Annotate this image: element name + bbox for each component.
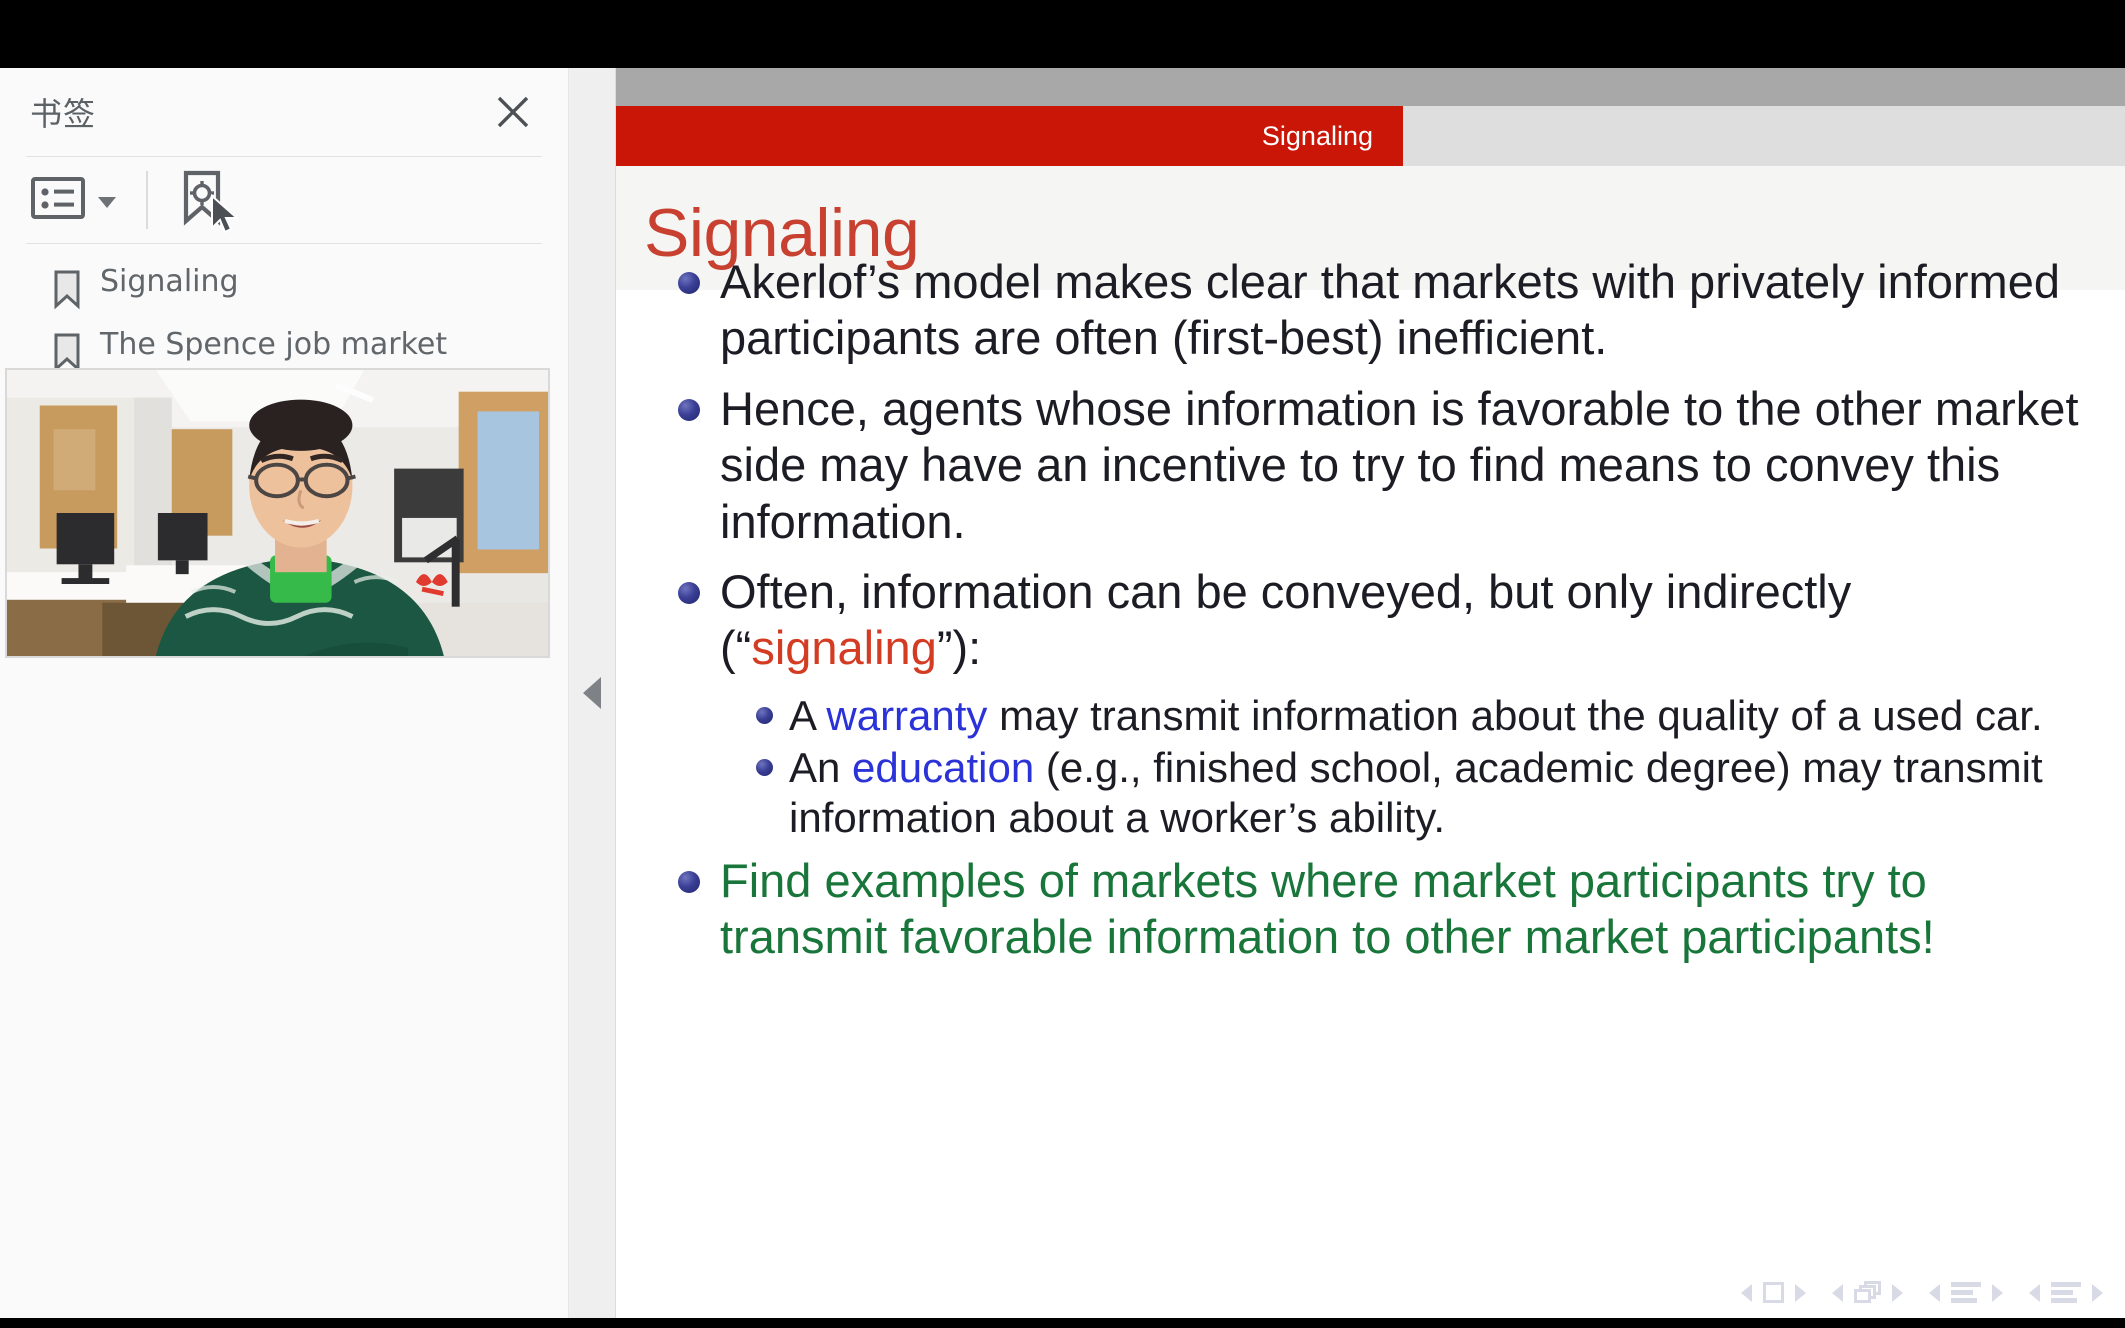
bookmark-item-label: Signaling (100, 264, 239, 299)
nav-slide-group[interactable] (1741, 1282, 1806, 1303)
bullet-line: Hence, agents whose information is favor… (720, 381, 2079, 435)
sub-bullet-group: A warranty may transmit information abou… (756, 691, 2125, 843)
bullet-line-suffix: ”): (936, 621, 982, 675)
webcam-frame (7, 370, 548, 656)
chevron-down-icon (98, 196, 116, 208)
nav-frame-group[interactable] (1832, 1281, 1903, 1304)
bullet-ball-icon (678, 398, 700, 421)
bullet-line: A warranty may transmit information abou… (789, 691, 2043, 741)
sub-bullet-prefix: An (789, 743, 853, 791)
sub-bullet-text: A warranty may transmit information abou… (789, 691, 2043, 741)
next-section-triangle-icon[interactable] (2092, 1283, 2103, 1302)
lines-icon[interactable] (1951, 1282, 1981, 1303)
toolbar-separator (146, 171, 148, 229)
sub-bullet-prefix: A (789, 691, 827, 739)
bullet-ball-icon (678, 581, 700, 604)
letterbox-top-bar (0, 0, 2125, 68)
sub-bullet-suffix: may transmit information about the quali… (987, 691, 2043, 739)
slide-body: Signaling Akerlof’s model makes clear th… (616, 166, 2125, 1318)
sidebar-header: 书签 (0, 68, 568, 156)
next-slide-triangle-icon[interactable] (1795, 1283, 1806, 1302)
bullet-line: Often, information can be conveyed, but … (720, 564, 1852, 618)
square-icon[interactable] (1763, 1282, 1784, 1303)
prev-subsection-triangle-icon[interactable] (1929, 1283, 1940, 1302)
beamer-navigation-symbols (1741, 1281, 2103, 1304)
sub-bullet-warranty: A warranty may transmit information abou… (756, 691, 2125, 741)
next-subsection-triangle-icon[interactable] (1992, 1283, 2003, 1302)
bullet-line: information. (720, 494, 966, 548)
bullet-line: Akerlof’s model makes clear that markets… (720, 255, 2060, 308)
list-options-icon (30, 175, 86, 226)
bookmark-icon (52, 270, 82, 315)
slide-header-gray-bar (616, 68, 2125, 106)
slide-header-red-bar: Signaling (616, 106, 1403, 166)
add-bookmark-button[interactable] (176, 169, 240, 234)
presenter-webcam-video[interactable] (5, 368, 550, 658)
slide-page: Signaling Signaling Akerlof’s model make… (616, 68, 2125, 1318)
list-options-button[interactable] (30, 170, 116, 230)
collapse-sidebar-triangle-icon[interactable] (583, 677, 601, 709)
bullet-line: Find examples of markets where market pa… (720, 853, 1927, 907)
bullet-line: transmit favorable information to other … (720, 910, 1935, 964)
bullet-line: (“signaling”): (720, 620, 1851, 676)
bullet-ball-icon (756, 758, 773, 776)
slide-viewport: Signaling Signaling Akerlof’s model make… (616, 68, 2125, 1318)
prev-slide-triangle-icon[interactable] (1741, 1283, 1752, 1302)
bullet-text: Find examples of markets where market pa… (720, 853, 1935, 966)
bullet-text: Akerlof’s model makes clear that markets… (720, 254, 2060, 367)
nav-subsection-group[interactable] (1929, 1282, 2003, 1303)
sidebar-title: 书签 (30, 95, 97, 133)
sub-bullet-education: An education (e.g., finished school, aca… (756, 743, 2125, 843)
bullet-line: information about a worker’s ability. (789, 793, 1445, 841)
nav-section-group[interactable] (2029, 1282, 2103, 1303)
slide-bullet-content: Akerlof’s model makes clear that markets… (678, 254, 2125, 979)
bullet-ball-icon (678, 272, 700, 294)
add-bookmark-icon (176, 169, 228, 232)
close-sidebar-button[interactable] (486, 85, 540, 139)
stacked-frames-icon[interactable] (1854, 1281, 1881, 1304)
bullet-find-examples: Find examples of markets where market pa… (678, 853, 2125, 966)
bullet-line: side may have an incentive to try to fin… (720, 438, 2001, 492)
next-frame-triangle-icon[interactable] (1892, 1283, 1903, 1302)
sub-bullet-text: An education (e.g., finished school, aca… (789, 743, 2043, 843)
viewer-body: 书签 Signaling The Spence job market Signa… (0, 68, 2125, 1318)
prev-frame-triangle-icon[interactable] (1832, 1283, 1843, 1302)
bookmarks-sidebar: 书签 Signaling The Spence job market (0, 68, 568, 1318)
bullet-line: An education (e.g., finished school, aca… (789, 743, 2043, 793)
close-icon (491, 90, 535, 134)
sidebar-toolbar (0, 157, 568, 243)
bullet-often: Often, information can be conveyed, but … (678, 564, 2125, 677)
bookmark-item-signaling[interactable]: Signaling (0, 258, 548, 321)
sidebar-splitter[interactable] (568, 68, 616, 1318)
signaling-highlight: signaling (751, 621, 937, 675)
sub-bullet-suffix: (e.g., finished school, academic degree)… (1034, 743, 2043, 791)
slide-header-section-label: Signaling (1261, 120, 1373, 151)
bullet-text: Hence, agents whose information is favor… (720, 381, 2079, 550)
bullet-line-prefix: (“ (720, 621, 752, 675)
prev-section-triangle-icon[interactable] (2029, 1283, 2040, 1302)
bullet-text: Often, information can be conveyed, but … (720, 564, 1851, 677)
bullet-hence: Hence, agents whose information is favor… (678, 381, 2125, 550)
lines-icon[interactable] (2051, 1282, 2081, 1303)
letterbox-bottom-bar (0, 1318, 2125, 1328)
bullet-ball-icon (756, 706, 773, 724)
warranty-highlight: warranty (826, 691, 988, 739)
bullet-line: participants are often (first-best) inef… (720, 311, 1608, 365)
bullet-ball-icon (678, 870, 700, 893)
pdf-presentation-viewer: 书签 Signaling The Spence job market Signa… (0, 0, 2125, 1328)
education-highlight: education (852, 743, 1035, 791)
bullet-akerlof: Akerlof’s model makes clear that markets… (678, 254, 2125, 367)
